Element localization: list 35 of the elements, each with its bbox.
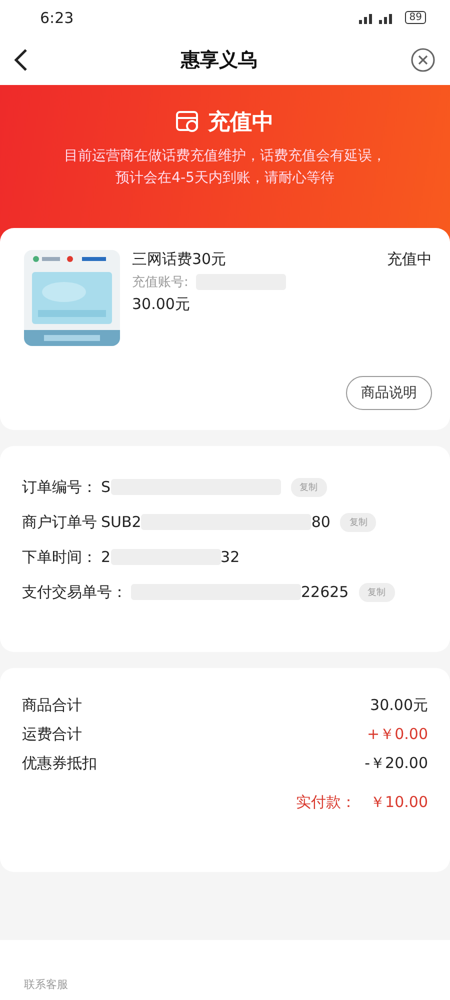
summary-value: +￥0.00: [367, 725, 428, 744]
contact-service-button[interactable]: 联系客服: [24, 977, 68, 992]
info-value: 2: [101, 548, 111, 566]
total-value: ￥10.00: [370, 793, 428, 812]
order-status: 充值中: [387, 250, 432, 269]
product-name: 三网话费30元: [132, 250, 226, 269]
product-price: 30.00元: [132, 295, 191, 314]
back-button[interactable]: [14, 48, 28, 72]
summary-value: -￥20.00: [364, 754, 428, 773]
info-label: 下单时间：: [22, 548, 97, 566]
info-value: 32: [220, 548, 240, 566]
info-label: 支付交易单号：: [22, 582, 127, 602]
info-value: 22625: [301, 583, 349, 601]
total-label: 实付款：: [296, 793, 356, 812]
battery-level: 89: [405, 11, 426, 24]
info-label: 订单编号：: [22, 478, 97, 496]
close-button[interactable]: [410, 47, 436, 73]
info-value: SUB2: [101, 513, 142, 531]
summary-label: 运费合计: [22, 725, 82, 744]
info-value: 80: [311, 513, 330, 531]
copy-button[interactable]: 复制: [290, 478, 327, 496]
copy-button[interactable]: 复制: [340, 512, 376, 532]
copy-button[interactable]: 复制: [358, 582, 395, 602]
status-time: 6:23: [40, 8, 74, 26]
info-value: S: [101, 478, 111, 496]
summary-label: 优惠券抵扣: [22, 754, 97, 773]
status-title: 充值中: [208, 108, 274, 137]
summary-label: 商品合计: [22, 696, 82, 715]
status-message: 目前运营商在做话费充值维护，话费充值会有延误，预计会在4-5天内到账，请耐心等待: [63, 147, 387, 188]
account-label: 充值账号:: [132, 274, 188, 291]
summary-value: 30.00元: [370, 696, 428, 715]
product-description-button[interactable]: 商品说明: [346, 376, 432, 410]
page-title: 惠享义乌: [181, 48, 257, 73]
calendar-clock-icon: [176, 111, 200, 133]
info-label: 商户订单号: [22, 512, 97, 532]
